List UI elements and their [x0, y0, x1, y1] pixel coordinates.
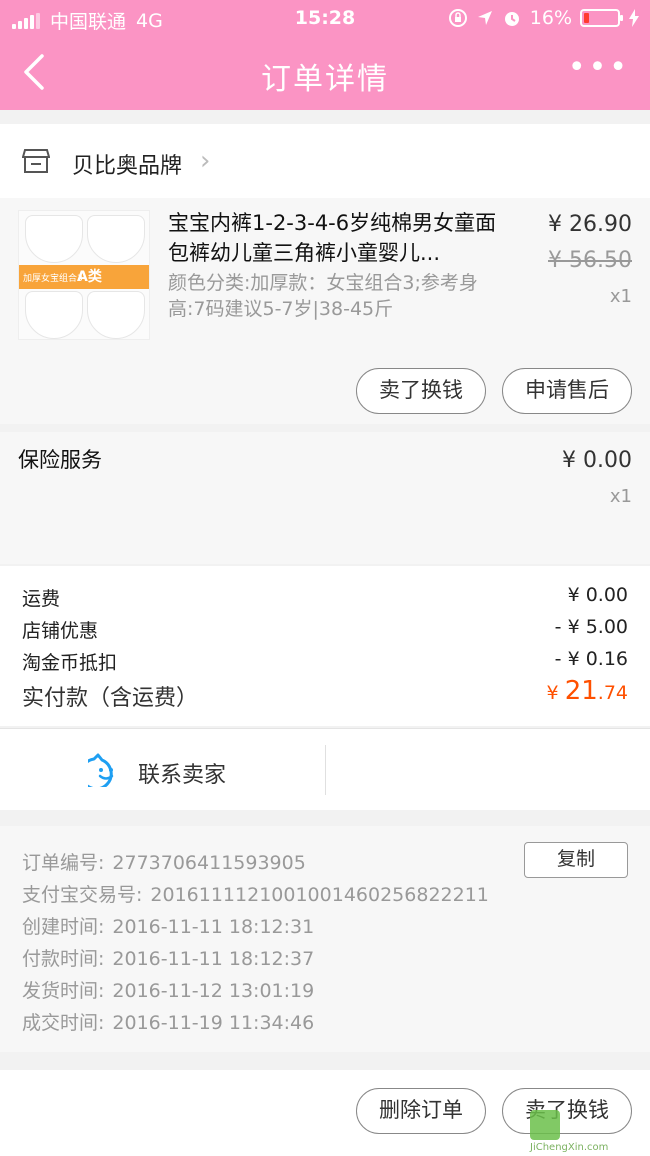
battery-percent: 16%: [529, 7, 572, 29]
order-info: 订单编号: 2773706411593905 支付宝交易号: 20161111210…: [0, 826, 650, 1052]
product-title[interactable]: 宝宝内裤1-2-3-4-6岁纯棉男女童面包裤幼儿童三角裤小童婴儿...: [168, 208, 508, 268]
product-original-price: ¥ 56.50: [548, 248, 632, 273]
insurance-price: ¥ 0.00: [562, 448, 632, 473]
thumb-underwear: [87, 291, 145, 339]
insurance-quantity: x1: [609, 486, 632, 507]
total-currency: ¥: [546, 682, 565, 704]
total-integer: 21: [564, 676, 598, 706]
thumb-underwear: [25, 215, 83, 263]
battery-fill: [584, 13, 590, 23]
status-bar: 中国联通 4G 15:28 16%: [0, 0, 650, 36]
nav-bar: 订单详情 •••: [0, 36, 650, 110]
alipay-trade-number: 2016111121001001460256822211: [150, 884, 489, 906]
fee-row-coin-deduction: 淘金币抵扣 - ¥ 0.16: [22, 648, 628, 675]
product-quantity: x1: [609, 286, 632, 307]
product-spec: 颜色分类:加厚款：女宝组合3;参考身高:7码建议5-7岁|38-45斤: [168, 272, 478, 320]
watermark-text: JiChengXin.com: [530, 1142, 609, 1153]
fee-label: 运费: [22, 588, 61, 610]
paid-time-row: 付款时间: 2016-11-11 18:12:37: [22, 944, 314, 971]
copy-button[interactable]: 复制: [524, 842, 628, 878]
created-time-row: 创建时间: 2016-11-11 18:12:31: [22, 912, 314, 939]
info-label: 订单编号:: [22, 852, 105, 874]
status-right: 16%: [448, 7, 640, 29]
fee-row-shop-discount: 店铺优惠 - ¥ 5.00: [22, 616, 628, 643]
total-paid-value: ¥ 21.74: [547, 676, 628, 706]
fee-row-shipping: 运费 ¥ 0.00: [22, 584, 628, 611]
info-label: 发货时间:: [22, 980, 105, 1002]
chat-face-icon: [88, 753, 114, 787]
paid-time: 2016-11-11 18:12:37: [112, 948, 315, 970]
shop-row[interactable]: 贝比奥品牌 ›: [0, 124, 650, 198]
location-icon: [477, 11, 492, 25]
charging-bolt-icon: [629, 9, 639, 27]
page-title: 订单详情: [261, 62, 389, 97]
total-paid-label: 实付款（含运费）: [22, 686, 199, 711]
info-label: 创建时间:: [22, 916, 105, 938]
shipped-time: 2016-11-12 13:01:19: [112, 980, 315, 1002]
insurance-label: 保险服务: [18, 448, 102, 472]
chevron-right-icon: ›: [200, 146, 211, 176]
product-price: ¥ 26.90: [548, 212, 632, 237]
completed-time-row: 成交时间: 2016-11-19 11:34:46: [22, 1008, 314, 1035]
watermark: JiChengXin.com: [530, 1110, 650, 1156]
fee-value: - ¥ 0.16: [554, 648, 628, 670]
alarm-icon: [504, 12, 519, 26]
created-time: 2016-11-11 18:12:31: [112, 916, 315, 938]
completed-time: 2016-11-19 11:34:46: [112, 1012, 315, 1034]
after-sale-button[interactable]: 申请售后: [502, 368, 632, 414]
fee-summary: 运费 ¥ 0.00 店铺优惠 - ¥ 5.00 淘金币抵扣 - ¥ 0.16 实…: [0, 566, 650, 726]
contact-seller-button[interactable]: 联系卖家: [138, 757, 226, 789]
total-paid-row: 实付款（含运费） ¥ 21.74: [22, 676, 628, 712]
thumb-underwear: [87, 215, 145, 263]
watermark-logo: [530, 1110, 560, 1140]
rotation-lock-icon: [448, 9, 467, 27]
thumb-underwear: [25, 291, 83, 339]
battery-icon: [580, 9, 623, 27]
contact-bar: 联系卖家: [0, 728, 650, 810]
order-number-row: 订单编号: 2773706411593905: [22, 848, 306, 875]
info-label: 成交时间:: [22, 1012, 105, 1034]
store-icon: [22, 149, 50, 173]
info-label: 支付宝交易号:: [22, 884, 143, 906]
fee-value: ¥ 0.00: [567, 584, 628, 606]
fee-value: - ¥ 5.00: [554, 616, 628, 638]
thumb-band-text: 加厚女宝组合3: [23, 274, 83, 284]
shop-name[interactable]: 贝比奥品牌: [72, 148, 182, 180]
fee-label: 淘金币抵扣: [22, 652, 118, 674]
total-decimal: .74: [597, 682, 628, 704]
sell-item-button[interactable]: 卖了换钱: [356, 368, 486, 414]
delete-order-button[interactable]: 删除订单: [356, 1088, 486, 1134]
thumb-badge: A类: [77, 269, 102, 285]
more-button[interactable]: •••: [568, 53, 630, 83]
thumb-band: 加厚女宝组合3 A类: [19, 265, 149, 289]
shipped-time-row: 发货时间: 2016-11-12 13:01:19: [22, 976, 314, 1003]
product-thumbnail[interactable]: 加厚女宝组合3 A类: [18, 210, 150, 340]
divider: [325, 745, 326, 795]
alipay-trade-row: 支付宝交易号: 2016111121001001460256822211: [22, 880, 489, 907]
order-number: 2773706411593905: [112, 852, 306, 874]
info-label: 付款时间:: [22, 948, 105, 970]
insurance-row: 保险服务 ¥ 0.00 x1: [0, 432, 650, 564]
fee-label: 店铺优惠: [22, 620, 99, 642]
